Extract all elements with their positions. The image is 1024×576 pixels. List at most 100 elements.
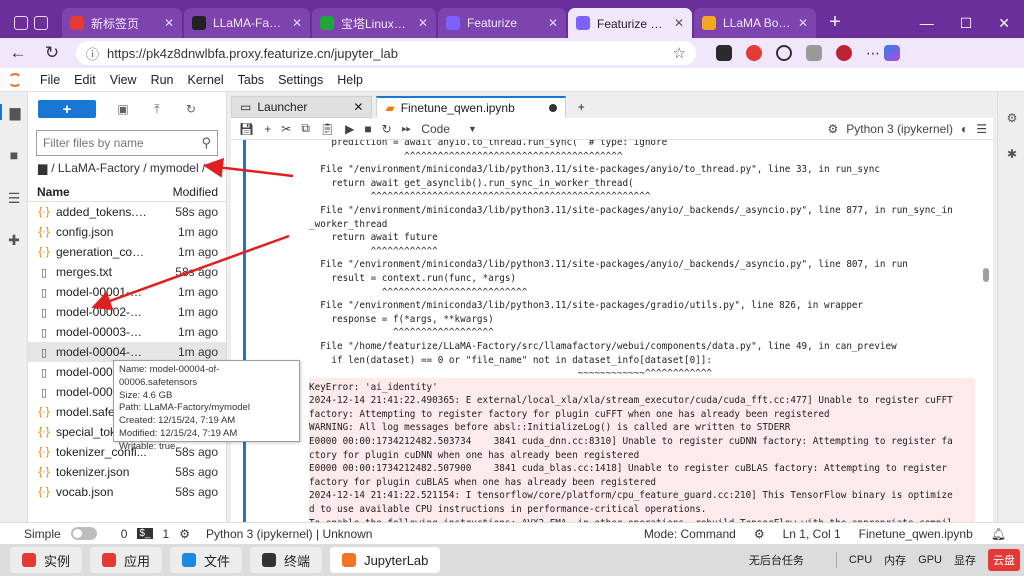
running-kernels-icon[interactable]: ■ <box>6 147 22 163</box>
property-inspector-icon[interactable]: ⚙ <box>1006 112 1018 124</box>
close-window-icon[interactable]: ✕ <box>998 15 1010 32</box>
debugger-icon[interactable]: ✱ <box>1006 148 1018 160</box>
file-row[interactable]: {·} tokenizer.json 58s ago <box>28 462 226 482</box>
close-tab-icon[interactable]: ✕ <box>353 100 363 114</box>
close-tab-icon[interactable]: ✕ <box>418 16 428 30</box>
taskbar-item[interactable]: 文件 <box>170 547 243 573</box>
terminal-count[interactable]: 0 <box>121 527 128 541</box>
close-tab-icon[interactable]: ✕ <box>798 16 808 30</box>
upload-icon[interactable]: ⤒ <box>150 102 164 117</box>
gear-icon[interactable]: ⚙ <box>828 122 839 136</box>
tab-launcher[interactable]: ▭ Launcher ✕ <box>231 96 373 118</box>
tab-actions-icon[interactable] <box>34 16 48 30</box>
settings-icon[interactable]: ⚙ <box>754 527 765 541</box>
run-icon[interactable]: ▶ <box>345 122 354 136</box>
menu-run[interactable]: Run <box>151 73 174 87</box>
kernel-count[interactable]: 1 <box>163 527 170 541</box>
close-tab-icon[interactable]: ✕ <box>674 16 684 30</box>
info-icon[interactable]: ⓘ <box>86 44 99 63</box>
breadcrumb-path[interactable]: / LLaMA-Factory / mymodel / <box>51 161 205 175</box>
close-tab-icon[interactable]: ✕ <box>548 16 558 30</box>
active-cell-indicator[interactable] <box>243 140 246 522</box>
column-modified[interactable]: Modified <box>173 185 218 199</box>
new-folder-icon[interactable]: ▣ <box>116 102 130 116</box>
cloud-disk-button[interactable]: 云盘 <box>988 549 1020 571</box>
menu-edit[interactable]: Edit <box>74 73 96 87</box>
output-line: File "/environment/miniconda3/lib/python… <box>309 259 908 271</box>
folder-icon[interactable]: ▆ <box>38 161 47 175</box>
browser-tab[interactable]: 宝塔Linux面板 ✕ <box>312 8 436 38</box>
run-all-icon[interactable]: ⏩︎ <box>402 121 412 136</box>
restart-icon[interactable]: ↻ <box>382 122 392 136</box>
new-doc-tab-button[interactable]: + <box>569 96 593 118</box>
browser-tab[interactable]: LLaMA-Factory/data/dat ✕ <box>184 8 310 38</box>
menu-view[interactable]: View <box>110 73 137 87</box>
extension-icon-2[interactable] <box>776 45 792 61</box>
new-tab-button[interactable]: + <box>822 9 848 35</box>
maximize-icon[interactable]: ☐ <box>960 15 973 32</box>
extensions-icon[interactable]: ✚ <box>6 232 22 248</box>
refresh-icon[interactable]: ↻ <box>184 102 198 116</box>
file-row[interactable]: ▯ model-00004-of... 1m ago <box>28 342 226 362</box>
close-tab-icon[interactable]: ✕ <box>292 16 302 30</box>
file-row[interactable]: ▯ model-00002-of... 1m ago <box>28 302 226 322</box>
tab-notebook[interactable]: ▰ Finetune_qwen.ipynb <box>376 96 566 118</box>
more-menu-icon[interactable]: ⋯ <box>866 45 880 61</box>
file-row[interactable]: ▯ model-00001-of... 1m ago <box>28 282 226 302</box>
menu-file[interactable]: File <box>40 73 60 87</box>
adblock-icon[interactable] <box>746 45 762 61</box>
filter-files-input[interactable]: Filter files by name ⚲ <box>36 130 218 156</box>
favorite-star-icon[interactable]: ☆ <box>673 44 686 62</box>
kernel-name[interactable]: Python 3 (ipykernel) <box>846 122 953 136</box>
minimize-icon[interactable]: — <box>920 15 934 31</box>
browser-tab[interactable]: LLaMA Board (featu ✕ <box>694 8 816 38</box>
profile-avatar[interactable] <box>836 45 852 61</box>
file-row[interactable]: ▯ model-00003-of... 1m ago <box>28 322 226 342</box>
save-icon[interactable]: 💾︎ <box>239 122 254 136</box>
background-tasks[interactable]: 无后台任务 <box>749 552 804 568</box>
table-of-contents-icon[interactable]: ☰ <box>6 190 22 206</box>
menu-help[interactable]: Help <box>337 73 363 87</box>
taskbar-item[interactable]: JupyterLab <box>330 547 441 573</box>
file-row[interactable]: ▯ merges.txt 58s ago <box>28 262 226 282</box>
taskbar-item[interactable]: 应用 <box>90 547 163 573</box>
reload-icon[interactable]: ↻ <box>42 43 62 63</box>
simple-mode-toggle[interactable] <box>70 527 97 540</box>
extension-icon-3[interactable] <box>806 45 822 61</box>
cell-type-select[interactable]: Code ▼ <box>421 122 477 136</box>
browser-tab[interactable]: Featurize ✕ <box>438 8 566 38</box>
file-row[interactable]: {·} generation_conf... 1m ago <box>28 242 226 262</box>
close-tab-icon[interactable]: ✕ <box>164 16 174 30</box>
paste-icon[interactable]: 📋︎ <box>320 122 335 136</box>
cut-icon[interactable]: ✂ <box>281 122 291 136</box>
browser-tab[interactable]: 新标签页 ✕ <box>62 8 182 38</box>
output-line: KeyError: 'ai_identity' <box>309 381 438 393</box>
stop-icon[interactable]: ■ <box>364 122 371 136</box>
extension-icon-1[interactable] <box>716 45 732 61</box>
insert-cell-icon[interactable]: + <box>264 122 271 136</box>
column-name[interactable]: Name <box>37 185 70 199</box>
unsaved-dot-icon[interactable] <box>548 103 557 112</box>
file-row[interactable]: {·} added_tokens.js... 58s ago <box>28 202 226 222</box>
menu-settings[interactable]: Settings <box>278 73 323 87</box>
taskbar-item[interactable]: 实例 <box>10 547 83 573</box>
folder-icon[interactable]: ▆ <box>0 104 28 120</box>
notebook-menu-icon[interactable]: ☰ <box>976 122 987 136</box>
notification-bell-icon[interactable]: 🔔︎ <box>991 527 1006 541</box>
url-field[interactable]: ⓘ https://pk4z8dnwlbfa.proxy.featurize.c… <box>76 41 696 65</box>
kernel-status[interactable]: Python 3 (ipykernel) | Unknown <box>206 527 373 541</box>
copy-icon[interactable]: ⧉ <box>301 121 310 136</box>
window-controls[interactable] <box>6 8 62 38</box>
menu-kernel[interactable]: Kernel <box>188 73 224 87</box>
browser-tab[interactable]: Featurize 工作区 ✕ <box>568 8 692 38</box>
output-scrollbar[interactable] <box>983 268 989 282</box>
workspace-icon[interactable] <box>14 16 28 30</box>
new-launcher-button[interactable]: + <box>38 100 96 118</box>
copilot-icon[interactable] <box>884 45 900 61</box>
back-icon[interactable]: ← <box>8 43 28 63</box>
menu-tabs[interactable]: Tabs <box>238 73 264 87</box>
cursor-position[interactable]: Ln 1, Col 1 <box>783 527 841 541</box>
taskbar-item[interactable]: 终端 <box>250 547 323 573</box>
file-row[interactable]: {·} config.json 1m ago <box>28 222 226 242</box>
file-row[interactable]: {·} vocab.json 58s ago <box>28 482 226 502</box>
